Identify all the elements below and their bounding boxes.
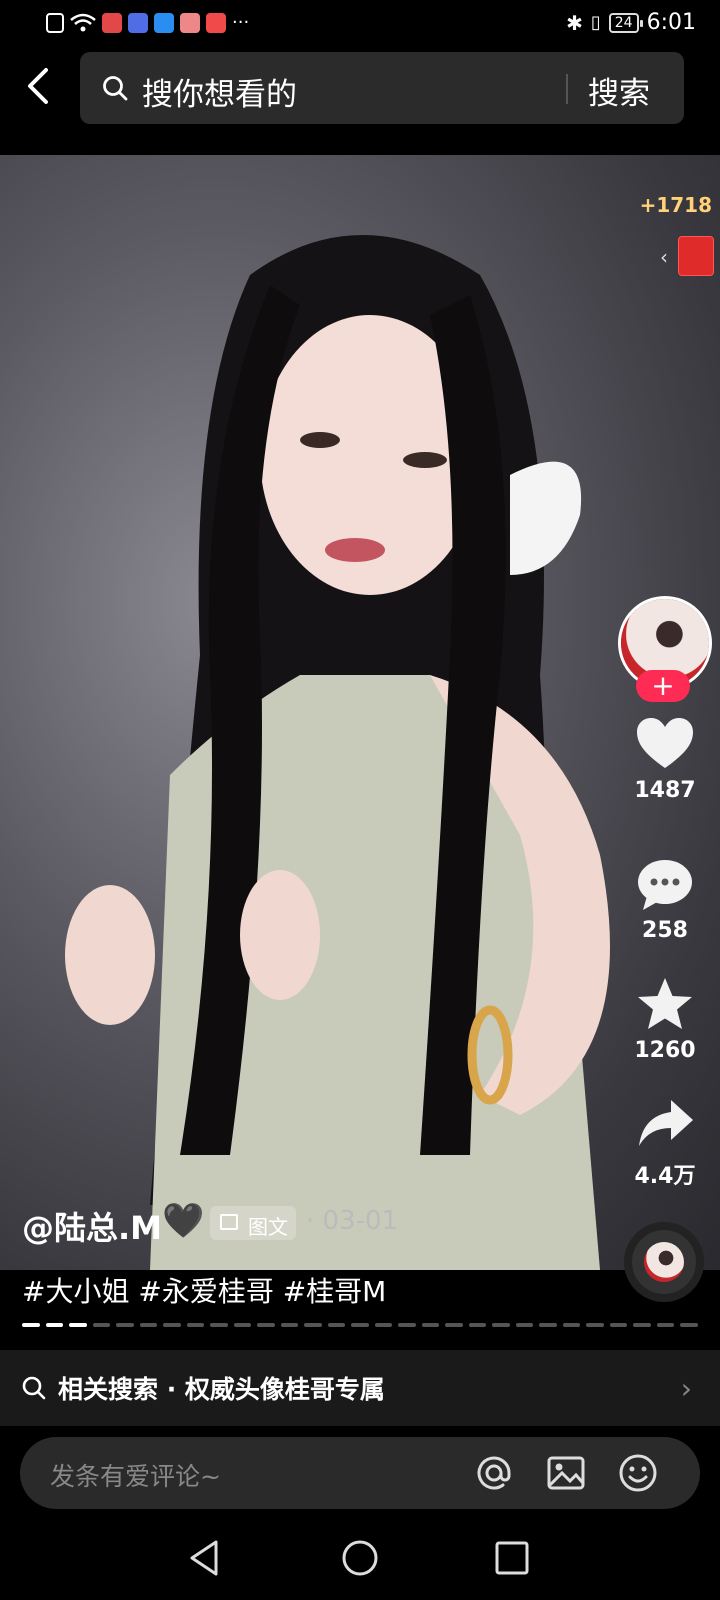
progress-segment — [515, 1323, 534, 1327]
nav-recents-icon[interactable] — [492, 1538, 532, 1578]
progress-segment — [680, 1323, 698, 1327]
like-count: 1487 — [634, 778, 696, 803]
progress-segment — [539, 1323, 557, 1327]
app-icon-blue2 — [154, 12, 174, 33]
progress-segment — [586, 1323, 604, 1327]
progress-segment — [22, 1323, 40, 1327]
nav-back-icon[interactable] — [186, 1538, 226, 1578]
star-icon — [638, 978, 692, 1029]
reward-points: +1718 — [639, 193, 712, 217]
image-upload-icon[interactable] — [546, 1453, 586, 1493]
post-type-label: 图文 — [248, 1215, 288, 1239]
progress-segment — [210, 1323, 228, 1327]
progress-segment — [163, 1323, 181, 1327]
app-icon-pink — [180, 12, 200, 33]
progress-segment — [92, 1323, 111, 1327]
nav-home-icon[interactable] — [340, 1538, 380, 1578]
post-date: · 03-01 — [306, 1206, 399, 1236]
share-arrow-icon — [639, 1100, 693, 1146]
progress-segment — [280, 1323, 299, 1327]
progress-segment — [633, 1323, 651, 1327]
author-heart-emoji: 🖤 — [162, 1201, 205, 1241]
progress-segment — [186, 1323, 205, 1327]
more-notifications-icon: ··· — [232, 12, 250, 33]
progress-segment — [304, 1323, 322, 1327]
progress-segment — [374, 1323, 393, 1327]
progress-segment — [492, 1323, 510, 1327]
alert-icon — [46, 12, 64, 33]
heart-icon — [637, 718, 693, 768]
battery-indicator: 24 — [608, 12, 643, 33]
progress-segment — [398, 1323, 416, 1327]
progress-segment — [45, 1323, 64, 1327]
emoji-icon[interactable] — [618, 1453, 658, 1493]
progress-segment — [351, 1323, 369, 1327]
search-divider — [566, 74, 568, 104]
search-bar[interactable]: 搜你想看的 搜索 — [80, 52, 684, 124]
comment-bar[interactable]: 发条有爱评论~ — [20, 1437, 700, 1509]
related-search[interactable]: 相关搜索 · 权威头像桂哥专属 › — [0, 1350, 720, 1426]
search-input[interactable]: 搜你想看的 — [142, 69, 297, 114]
comment-button[interactable]: 258 — [620, 856, 710, 943]
progress-segment — [116, 1323, 134, 1327]
progress-segment — [421, 1323, 440, 1327]
progress-segment — [257, 1323, 275, 1327]
red-envelope-icon[interactable] — [678, 236, 714, 276]
mention-icon[interactable] — [474, 1453, 514, 1493]
image-progress — [22, 1323, 698, 1327]
status-bar: ··· ✱ ▯ 24 6:01 — [0, 0, 720, 48]
like-button[interactable]: 1487 — [620, 716, 710, 803]
music-cover — [644, 1242, 684, 1282]
search-icon — [22, 1376, 46, 1400]
music-disc[interactable] — [624, 1222, 704, 1302]
share-count: 4.4万 — [634, 1164, 696, 1189]
vibrate-icon: ▯ — [590, 12, 601, 33]
progress-segment — [562, 1323, 581, 1327]
favorite-count: 1260 — [634, 1038, 696, 1063]
post-type-badge: 图文 — [210, 1206, 296, 1240]
progress-segment — [233, 1323, 252, 1327]
bluetooth-icon: ✱ — [566, 10, 583, 35]
app-icon-red — [102, 12, 122, 33]
follow-button[interactable]: + — [636, 670, 690, 702]
progress-segment — [69, 1323, 87, 1327]
related-search-label: 相关搜索 · 权威头像桂哥专属 — [58, 1375, 385, 1404]
chevron-left-small-icon[interactable]: ‹ — [660, 245, 668, 269]
favorite-button[interactable]: 1260 — [620, 976, 710, 1063]
app-icon-red2 — [206, 12, 226, 33]
progress-segment — [445, 1323, 463, 1327]
post-image[interactable] — [0, 155, 720, 1270]
share-button[interactable]: 4.4万 — [620, 1096, 710, 1190]
search-button[interactable]: 搜索 — [588, 68, 650, 113]
chevron-right-icon: › — [680, 1372, 692, 1405]
progress-segment — [468, 1323, 487, 1327]
progress-segment — [139, 1323, 158, 1327]
comment-icon — [638, 860, 692, 910]
status-notifications: ··· — [46, 12, 249, 33]
chevron-left-icon — [28, 68, 48, 104]
search-icon — [103, 76, 128, 101]
app-icon-blue — [128, 12, 148, 33]
hashtags[interactable]: #大小姐 #永爱桂哥 #桂哥M — [22, 1270, 386, 1310]
progress-segment — [609, 1323, 628, 1327]
wifi-icon — [70, 13, 96, 31]
portrait-illustration — [65, 235, 610, 1270]
comment-count: 258 — [642, 918, 688, 943]
comment-input[interactable]: 发条有爱评论~ — [50, 1457, 221, 1493]
progress-segment — [327, 1323, 346, 1327]
clock: 6:01 — [646, 10, 696, 35]
back-button[interactable] — [18, 64, 62, 108]
progress-segment — [656, 1323, 675, 1327]
status-right: ✱ ▯ 24 6:01 — [566, 10, 696, 35]
author-name[interactable]: @陆总.M — [22, 1203, 162, 1249]
image-icon — [220, 1214, 238, 1230]
